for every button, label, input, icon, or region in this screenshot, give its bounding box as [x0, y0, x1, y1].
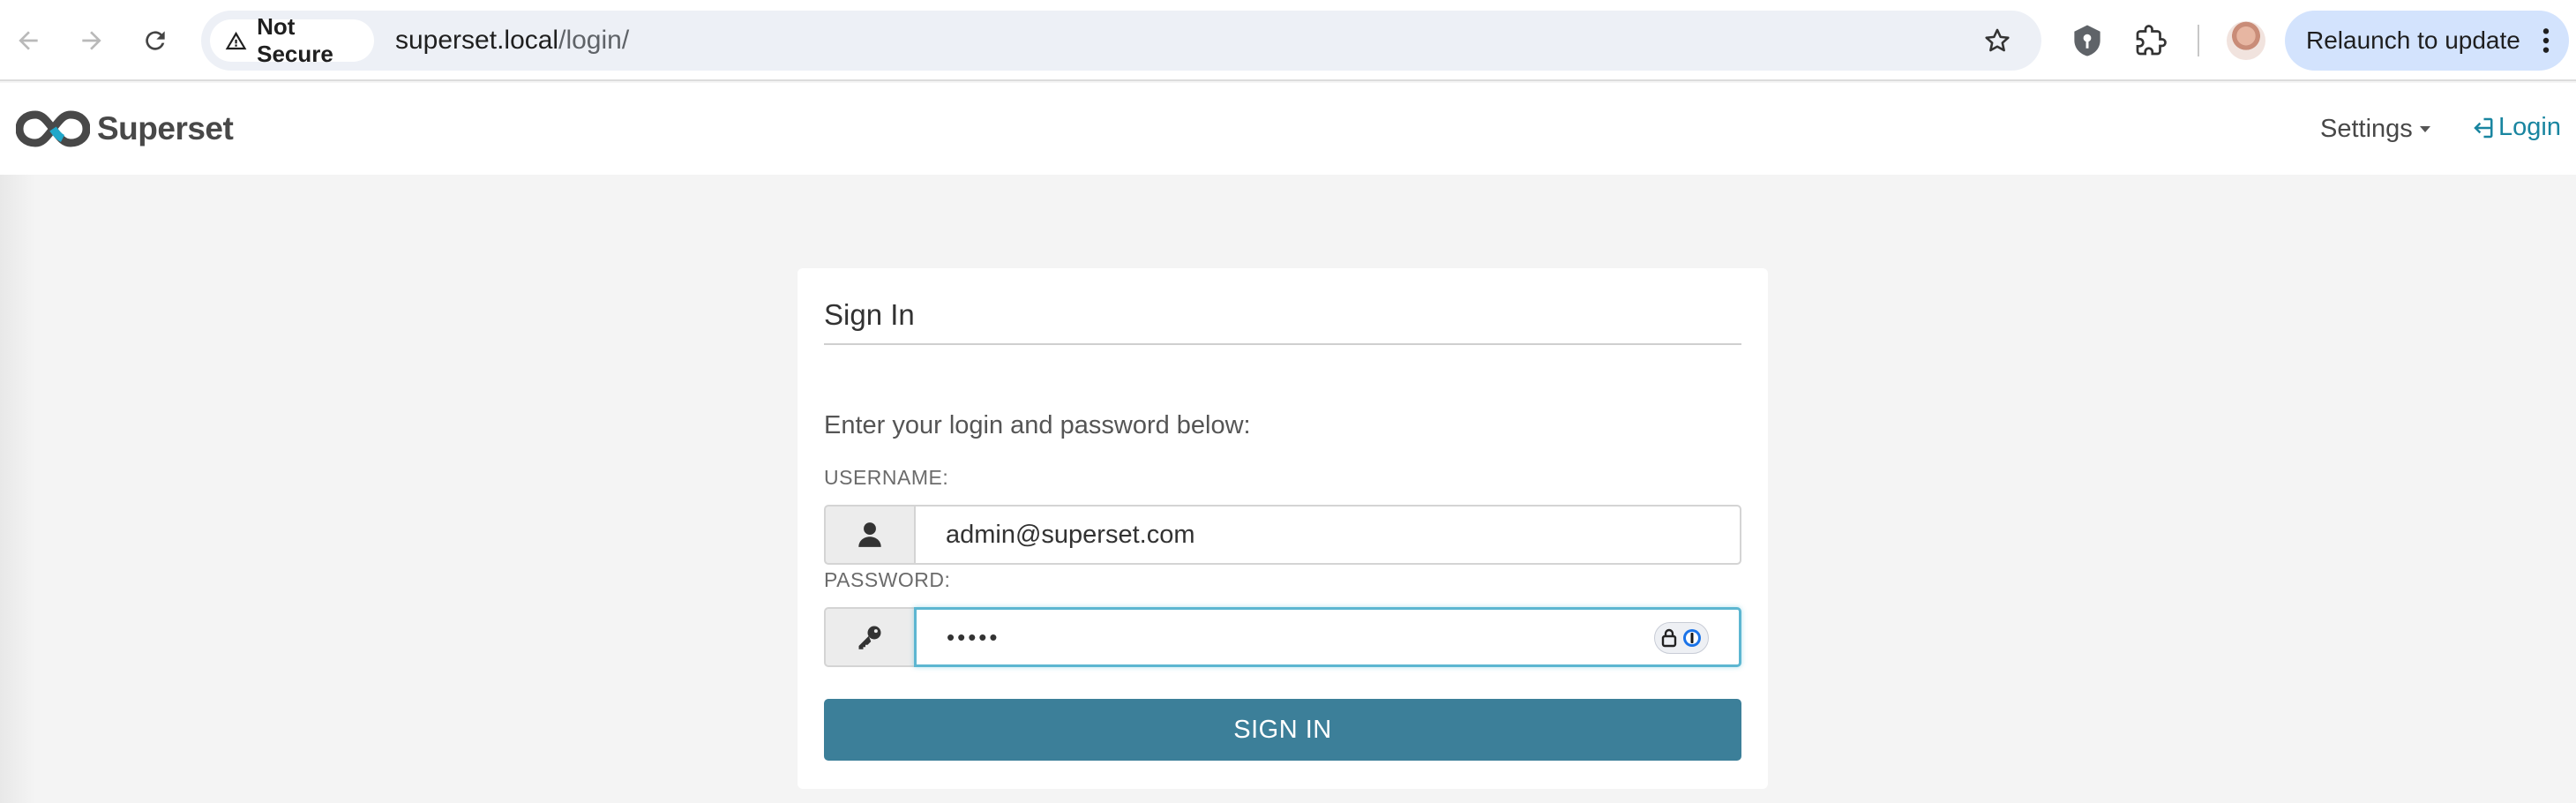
- panel-divider: [824, 343, 1741, 345]
- bookmark-button[interactable]: [1980, 23, 2015, 58]
- username-label: USERNAME:: [824, 466, 949, 489]
- url-host: superset.local: [395, 26, 559, 55]
- back-arrow-icon: [19, 31, 38, 50]
- caret-down-icon: [2419, 126, 2430, 132]
- password-input[interactable]: •••••: [914, 607, 1741, 667]
- superset-logo-icon: [16, 110, 90, 147]
- back-button[interactable]: [5, 18, 51, 64]
- reload-button[interactable]: [132, 18, 178, 64]
- login-panel: Sign In Enter your login and password be…: [798, 268, 1768, 789]
- relaunch-label: Relaunch to update: [2306, 26, 2520, 54]
- profile-avatar[interactable]: [2227, 21, 2265, 60]
- username-input-group: admin@superset.com: [824, 505, 1741, 565]
- brand-link[interactable]: Superset: [16, 106, 234, 152]
- password-addon: [824, 607, 914, 667]
- puzzle-icon: [2136, 25, 2167, 56]
- forward-button[interactable]: [69, 18, 115, 64]
- app-navbar: Superset Settings Login: [0, 83, 2576, 175]
- user-icon: [858, 522, 881, 547]
- url-text[interactable]: superset.local/login/: [395, 26, 629, 56]
- password-label: PASSWORD:: [824, 568, 951, 591]
- shield-extension-button[interactable]: [2068, 21, 2107, 60]
- username-input[interactable]: admin@superset.com: [914, 505, 1741, 565]
- settings-label: Settings: [2320, 115, 2413, 143]
- key-icon: [858, 626, 881, 649]
- kebab-menu-icon: [2542, 28, 2550, 53]
- extensions-button[interactable]: [2131, 21, 2170, 60]
- relaunch-button[interactable]: Relaunch to update: [2285, 11, 2569, 71]
- username-addon: [824, 505, 914, 565]
- password-masked-value: •••••: [947, 624, 1000, 650]
- panel-title: Sign In: [824, 298, 915, 331]
- password-input-group: •••••: [824, 607, 1741, 667]
- login-label: Login: [2498, 113, 2561, 141]
- sign-in-icon: [2474, 117, 2493, 138]
- lock-icon: [1661, 628, 1677, 648]
- password-manager-badge[interactable]: [1654, 622, 1709, 654]
- sign-in-button[interactable]: SIGN IN: [824, 699, 1741, 761]
- url-path: /login/: [558, 26, 630, 55]
- security-label: Not Secure: [257, 13, 333, 67]
- star-icon: [1985, 28, 2010, 52]
- login-instructions: Enter your login and password below:: [824, 411, 1251, 439]
- reload-icon: [146, 31, 165, 50]
- login-link[interactable]: Login: [2468, 113, 2561, 142]
- brand-name: Superset: [97, 110, 234, 146]
- shield-extension-icon: [2074, 25, 2100, 56]
- forward-arrow-icon: [82, 31, 101, 50]
- security-chip[interactable]: Not Secure: [210, 13, 374, 67]
- password-manager-icon: [1683, 629, 1701, 647]
- settings-dropdown[interactable]: Settings: [2320, 115, 2430, 144]
- page-edge-shadow: [0, 175, 35, 803]
- browser-toolbar: Not Secure superset.local/login/ Relaunc…: [0, 0, 2576, 81]
- address-bar[interactable]: Not Secure superset.local/login/: [201, 11, 2041, 71]
- warning-icon: [225, 31, 247, 50]
- toolbar-divider: [2198, 25, 2199, 56]
